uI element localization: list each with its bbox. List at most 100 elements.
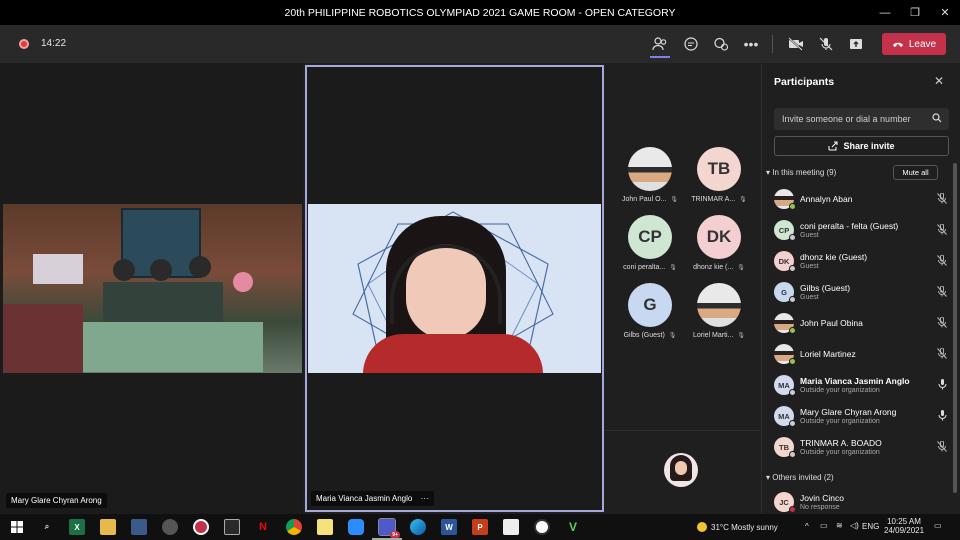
share-invite-button[interactable]: Share invite [774,136,949,156]
grid-participant-label: dhonz kie (... 🎙 [684,264,754,271]
participant-row[interactable]: TB TRINMAR A. BOADO Outside your organizat… [774,433,949,461]
mic-off-icon[interactable] [935,223,949,237]
mic-off-icon[interactable] [935,316,949,330]
language-indicator[interactable]: ENG [862,522,879,531]
grid-participant-name: John Paul O... [622,196,667,203]
participant-row[interactable]: John Paul Obina [774,309,949,337]
netflix-icon[interactable]: N [255,519,271,535]
close-icon: ✕ [933,74,944,88]
record-app-icon[interactable] [193,519,209,535]
participant-info: John Paul Obina [800,318,935,328]
participant-row[interactable]: MA Mary Glare Chyran Arong Outside your or… [774,402,949,430]
grid-participant[interactable]: Loriel Marti... 🎙 [684,283,754,339]
participant-row[interactable]: JC Jovin Cinco No response [774,488,949,516]
chrome-icon[interactable] [286,519,302,535]
reactions-button[interactable] [711,34,731,54]
more-options-icon[interactable]: ··· [421,494,429,503]
mic-icon[interactable] [935,378,949,392]
avatar: G [628,283,672,327]
zoom-icon[interactable] [348,519,364,535]
mic-off-icon[interactable] [935,254,949,268]
participant-avatar: MA [774,375,796,396]
participant-avatar: CP [774,220,796,241]
store-icon[interactable] [224,519,240,535]
grid-participant[interactable]: TB TRINMAR A... 🎙 [684,147,754,203]
presence-status-icon [789,296,796,303]
mic-off-icon: 🎙 [670,197,678,203]
presence-status-icon [789,265,796,272]
network-icon[interactable]: ▭ [820,521,828,530]
word-icon[interactable]: W [441,519,457,535]
participant-row[interactable]: Annalyn Aban [774,185,949,213]
maximize-button[interactable]: ❐ [900,0,930,25]
mic-off-icon [819,37,833,51]
mic-icon[interactable] [935,409,949,423]
participant-subtitle: Guest [800,294,819,301]
invite-input[interactable]: Invite someone or dial a number [774,108,949,130]
sticky-notes-icon[interactable] [317,519,333,535]
mic-off-icon[interactable] [935,285,949,299]
participant-subtitle: Outside your organization [800,387,880,394]
weather-widget[interactable]: 31°C Mostly sunny [697,522,778,532]
participant-row[interactable]: MA Maria Vianca Jasmin Anglo Outside your … [774,371,949,399]
grid-participant-label: TRINMAR A... 🎙 [684,196,754,203]
close-panel-button[interactable]: ✕ [934,74,944,88]
app-icon[interactable] [131,519,147,535]
white-board-image [33,254,83,284]
grid-participant[interactable]: G Gilbs (Guest) 🎙 [615,283,685,339]
camera-toggle-button[interactable] [786,34,806,54]
wifi-icon[interactable]: ≋ [836,521,843,530]
start-button[interactable] [9,519,25,535]
powerpoint-icon[interactable]: P [472,519,488,535]
participant-info: Maria Vianca Jasmin Anglo Outside your or… [800,376,935,394]
more-actions-button[interactable]: ••• [741,34,761,54]
clock[interactable]: 10:25 AM 24/09/2021 [884,517,924,535]
grid-participant[interactable]: DK dhonz kie (... 🎙 [684,215,754,271]
notifications-icon[interactable]: ▭ [934,521,942,530]
grid-participant[interactable]: CP coni peralta... 🎙 [615,215,685,271]
mic-off-icon[interactable] [935,440,949,454]
participant-subtitle: Outside your organization [800,449,880,456]
close-window-button[interactable]: ✕ [930,0,960,25]
file-explorer-icon[interactable] [100,519,116,535]
video-tile-left[interactable]: Mary Glare Chyran Arong [0,63,303,514]
others-invited-section[interactable]: ▾ Others invited (2) [766,473,834,482]
participant-row[interactable]: G Gilbs (Guest) Guest [774,278,949,306]
grid-participant-label: Gilbs (Guest) 🎙 [615,332,685,339]
participant-row[interactable]: DK dhonz kie (Guest) Guest [774,247,949,275]
app-icon[interactable] [162,519,178,535]
vpn-icon[interactable]: V [565,519,581,535]
tray-chevron-icon[interactable]: ^ [805,522,809,531]
mute-all-button[interactable]: Mute all [893,165,938,180]
grid-participant[interactable]: John Paul O... 🎙 [615,147,685,203]
excel-icon[interactable]: X [69,519,85,535]
child-head-image [150,259,172,281]
recording-icon [19,39,29,49]
window-titlebar: 20th PHILIPPINE ROBOTICS OLYMPIAD 2021 G… [0,0,960,25]
participant-name: TRINMAR A. BOADO [800,438,882,448]
app-icon[interactable] [534,519,550,535]
mic-off-icon[interactable] [935,347,949,361]
panel-scrollbar[interactable] [953,163,957,493]
people-icon [652,37,667,51]
chat-button[interactable] [681,34,701,54]
search-taskbar-button[interactable]: ⌕ [39,519,55,535]
self-view-tile[interactable] [605,430,760,514]
participants-button[interactable] [650,34,670,54]
participant-row[interactable]: Loriel Martinez [774,340,949,368]
mic-toggle-button[interactable] [816,34,836,54]
mic-off-icon[interactable] [935,192,949,206]
document-icon[interactable] [503,519,519,535]
minimize-button[interactable]: — [870,0,900,25]
participant-name: dhonz kie (Guest) [800,252,868,262]
participant-name: Mary Glare Chyran Arong [800,407,897,417]
volume-icon[interactable]: ◁) [850,521,859,530]
in-meeting-section[interactable]: ▾ In this meeting (9) [766,168,836,177]
edge-icon[interactable] [410,519,426,535]
weather-text: 31°C Mostly sunny [711,522,778,532]
video-tile-active-speaker[interactable]: Maria Vianca Jasmin Anglo ··· [305,65,604,512]
participant-row[interactable]: CP coni peralta - felta (Guest) Guest [774,216,949,244]
teams-icon[interactable]: 9+ [378,518,400,539]
share-screen-button[interactable] [846,34,866,54]
leave-button[interactable]: Leave [882,33,946,55]
